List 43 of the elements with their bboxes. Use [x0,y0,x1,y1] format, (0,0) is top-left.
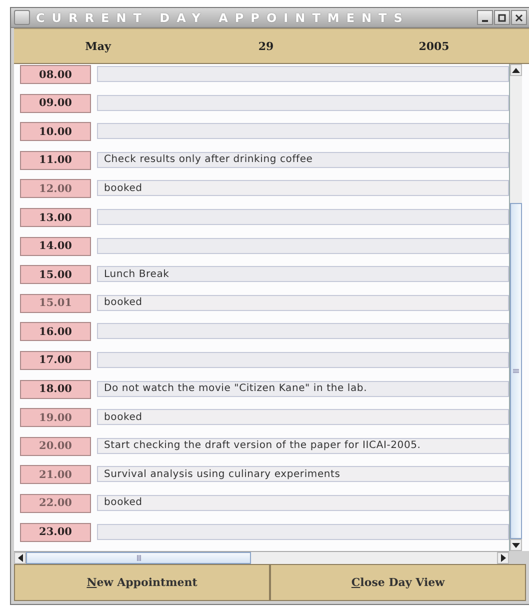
scroll-left-icon[interactable] [14,552,26,564]
appointment-field[interactable]: Do not watch the movie "Citizen Kane" in the lab. [97,380,509,397]
scroll-up-icon[interactable] [510,64,522,76]
year-label: 2005 [418,40,450,53]
new-appointment-button[interactable]: New Appointment [14,564,270,601]
appointment-field[interactable] [97,94,509,111]
time-label[interactable]: 09.00 [20,94,91,113]
window-title: CURRENT DAY APPOINTMENTS [36,10,410,24]
horizontal-scrollbar[interactable] [14,551,509,564]
close-icon [515,14,523,22]
appointment-field[interactable] [97,238,509,254]
minimize-icon [482,20,488,22]
time-label[interactable]: 14.00 [20,236,91,256]
time-label[interactable]: 16.00 [20,322,91,342]
scroll-thumb[interactable] [26,552,251,564]
month-label: May [85,40,111,53]
time-label[interactable]: 11.00 [20,150,91,170]
window-menu-icon[interactable] [14,10,30,25]
vertical-scrollbar[interactable] [509,64,522,552]
maximize-icon [498,14,506,22]
time-label[interactable]: 18.00 [20,380,91,399]
scroll-thumb[interactable] [510,203,522,540]
time-label[interactable]: 17.00 [20,350,91,370]
time-label[interactable]: 13.00 [20,208,91,228]
appointment-field[interactable] [97,352,509,368]
time-label[interactable]: 23.00 [20,522,91,542]
close-day-view-button[interactable]: Close Day View [270,564,526,601]
appointment-field[interactable] [97,209,509,226]
appointment-field[interactable] [97,66,509,82]
scroll-down-icon[interactable] [510,539,522,552]
close-button[interactable] [511,10,527,25]
time-label[interactable]: 10.00 [20,122,91,142]
appointment-field[interactable]: Lunch Break [97,266,509,282]
time-label[interactable]: 08.00 [20,65,91,84]
appointment-field[interactable]: Check results only after drinking coffee [97,152,509,168]
time-label[interactable]: 15.00 [20,265,91,284]
scroll-right-icon[interactable] [497,552,509,564]
maximize-button[interactable] [494,10,510,25]
day-label: 29 [258,40,274,53]
appointment-field[interactable] [97,524,509,540]
minimize-button[interactable] [477,10,493,25]
appointment-field[interactable] [97,123,509,140]
appointment-field[interactable] [97,323,509,340]
